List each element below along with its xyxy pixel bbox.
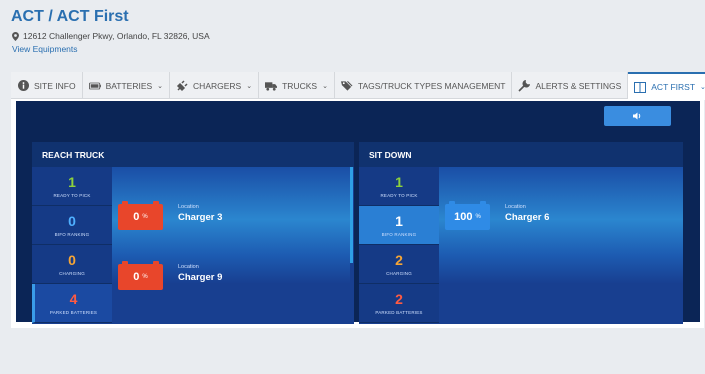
volume-icon [633, 112, 641, 120]
tab-act-first[interactable]: ACT FIRST ⌄ [628, 72, 705, 100]
tab-bar: SITE INFO BATTERIES ⌄ CHARGERS ⌄ TRUCKS … [11, 72, 705, 100]
site-address: 12612 Challenger Pkwy, Orlando, FL 32826… [12, 31, 210, 41]
stat-parked-batteries[interactable]: 2 PARKED BATTERIES [359, 284, 439, 323]
battery-location: Location Charger 3 [178, 204, 222, 223]
stat-value: 1 [68, 174, 76, 190]
stat-bifo-ranking[interactable]: 1 BIFO RANKING [359, 206, 439, 245]
tab-label: TRUCKS [282, 80, 318, 91]
chevron-down-icon: ⌄ [246, 82, 253, 90]
tab-label: ACT FIRST [651, 82, 696, 92]
address-text: 12612 Challenger Pkwy, Orlando, FL 32826… [23, 31, 210, 41]
battery-card[interactable]: 0% Location Charger 3 [118, 201, 222, 230]
stat-label: PARKED BATTERIES [375, 310, 423, 315]
group-sit-down: SIT DOWN 1 READY TO PICK 1 BIFO RANKING … [359, 142, 683, 324]
truck-icon [265, 80, 278, 92]
stats-column: 1 READY TO PICK 0 BIFO RANKING 0 CHARGIN… [32, 167, 112, 324]
tags-icon [340, 80, 353, 92]
location-caption: Location [505, 204, 526, 210]
battery-percent: 0 [133, 271, 140, 283]
stat-label: PARKED BATTERIES [49, 310, 98, 315]
stat-ready-to-pick[interactable]: 1 READY TO PICK [359, 167, 439, 206]
page-title: ACT / ACT First [11, 8, 129, 25]
page-header: ACT / ACT First 12612 Challenger Pkwy, O… [0, 0, 705, 72]
stat-bifo-ranking[interactable]: 0 BIFO RANKING [32, 206, 112, 245]
battery-location: Location Charger 6 [505, 204, 549, 223]
tab-batteries[interactable]: BATTERIES ⌄ [83, 72, 171, 99]
view-equipments-link[interactable]: View Equipments [12, 44, 78, 54]
battery-icon [88, 80, 101, 92]
stat-value: 1 [395, 213, 403, 229]
stat-label: CHARGING [59, 271, 85, 276]
location-value: Charger 3 [178, 212, 223, 223]
tab-label: SITE INFO [34, 80, 76, 91]
group-title: SIT DOWN [359, 142, 683, 167]
stat-label: BIFO RANKING [381, 232, 417, 237]
battery-level-badge: 0% [118, 261, 163, 290]
tab-label: ALERTS & SETTINGS [535, 80, 622, 91]
battery-location: Location Charger 9 [178, 264, 222, 283]
tab-site-info[interactable]: SITE INFO [11, 72, 83, 99]
location-caption: Location [178, 204, 199, 210]
stat-label: CHARGING [386, 271, 412, 276]
stat-ready-to-pick[interactable]: 1 READY TO PICK [32, 167, 112, 206]
tab-label: BATTERIES [105, 80, 153, 91]
location-value: Charger 9 [178, 272, 223, 283]
battery-percent: 0 [133, 211, 140, 223]
battery-percent-unit: % [142, 274, 148, 280]
stat-value: 0 [68, 252, 76, 268]
sound-button[interactable] [604, 106, 671, 126]
location-caption: Location [178, 264, 199, 270]
battery-card[interactable]: 100% Location Charger 6 [445, 201, 549, 230]
battery-percent: 100 [454, 211, 473, 223]
plug-icon [176, 79, 188, 92]
stat-value: 2 [395, 252, 403, 268]
battery-card[interactable]: 0% Location Charger 9 [118, 261, 222, 290]
stats-column: 1 READY TO PICK 1 BIFO RANKING 2 CHARGIN… [359, 167, 439, 324]
stat-label: READY TO PICK [380, 193, 418, 198]
tab-trucks[interactable]: TRUCKS ⌄ [259, 72, 335, 99]
battery-level-badge: 100% [445, 201, 490, 230]
battery-percent-unit: % [475, 214, 481, 220]
tab-chargers[interactable]: CHARGERS ⌄ [170, 72, 260, 99]
chevron-down-icon: ⌄ [700, 84, 705, 91]
page-footer-area [0, 328, 705, 374]
tab-tags-truck-types[interactable]: TAGS/TRUCK TYPES MANAGEMENT [335, 72, 513, 99]
stat-value: 2 [395, 291, 403, 307]
act-first-dashboard: REACH TRUCK 1 READY TO PICK 0 BIFO RANKI… [16, 101, 700, 324]
battery-level-badge: 0% [118, 201, 163, 230]
columns-icon [634, 81, 647, 93]
stat-value: 0 [68, 213, 76, 229]
tab-label: CHARGERS [193, 80, 242, 91]
chevron-down-icon: ⌄ [322, 82, 328, 90]
stat-charging[interactable]: 0 CHARGING [32, 245, 112, 284]
scrollbar[interactable] [350, 167, 353, 263]
stat-label: READY TO PICK [53, 193, 91, 198]
chevron-down-icon: ⌄ [157, 82, 164, 90]
stat-value: 4 [69, 291, 78, 307]
map-pin-icon [12, 31, 19, 41]
main-panel: SITE INFO BATTERIES ⌄ CHARGERS ⌄ TRUCKS … [11, 72, 705, 328]
group-reach-truck: REACH TRUCK 1 READY TO PICK 0 BIFO RANKI… [32, 142, 354, 324]
stat-label: BIFO RANKING [54, 232, 90, 237]
tab-label: TAGS/TRUCK TYPES MANAGEMENT [357, 80, 506, 91]
battery-percent-unit: % [142, 214, 148, 220]
location-value: Charger 6 [505, 212, 550, 223]
stat-charging[interactable]: 2 CHARGING [359, 245, 439, 284]
tab-alerts-settings[interactable]: ALERTS & SETTINGS [512, 72, 629, 99]
group-title: REACH TRUCK [32, 142, 354, 167]
stat-value: 1 [395, 174, 403, 190]
wrench-icon [518, 79, 531, 92]
info-icon [17, 80, 29, 92]
stat-parked-batteries[interactable]: 4 PARKED BATTERIES [32, 284, 112, 323]
